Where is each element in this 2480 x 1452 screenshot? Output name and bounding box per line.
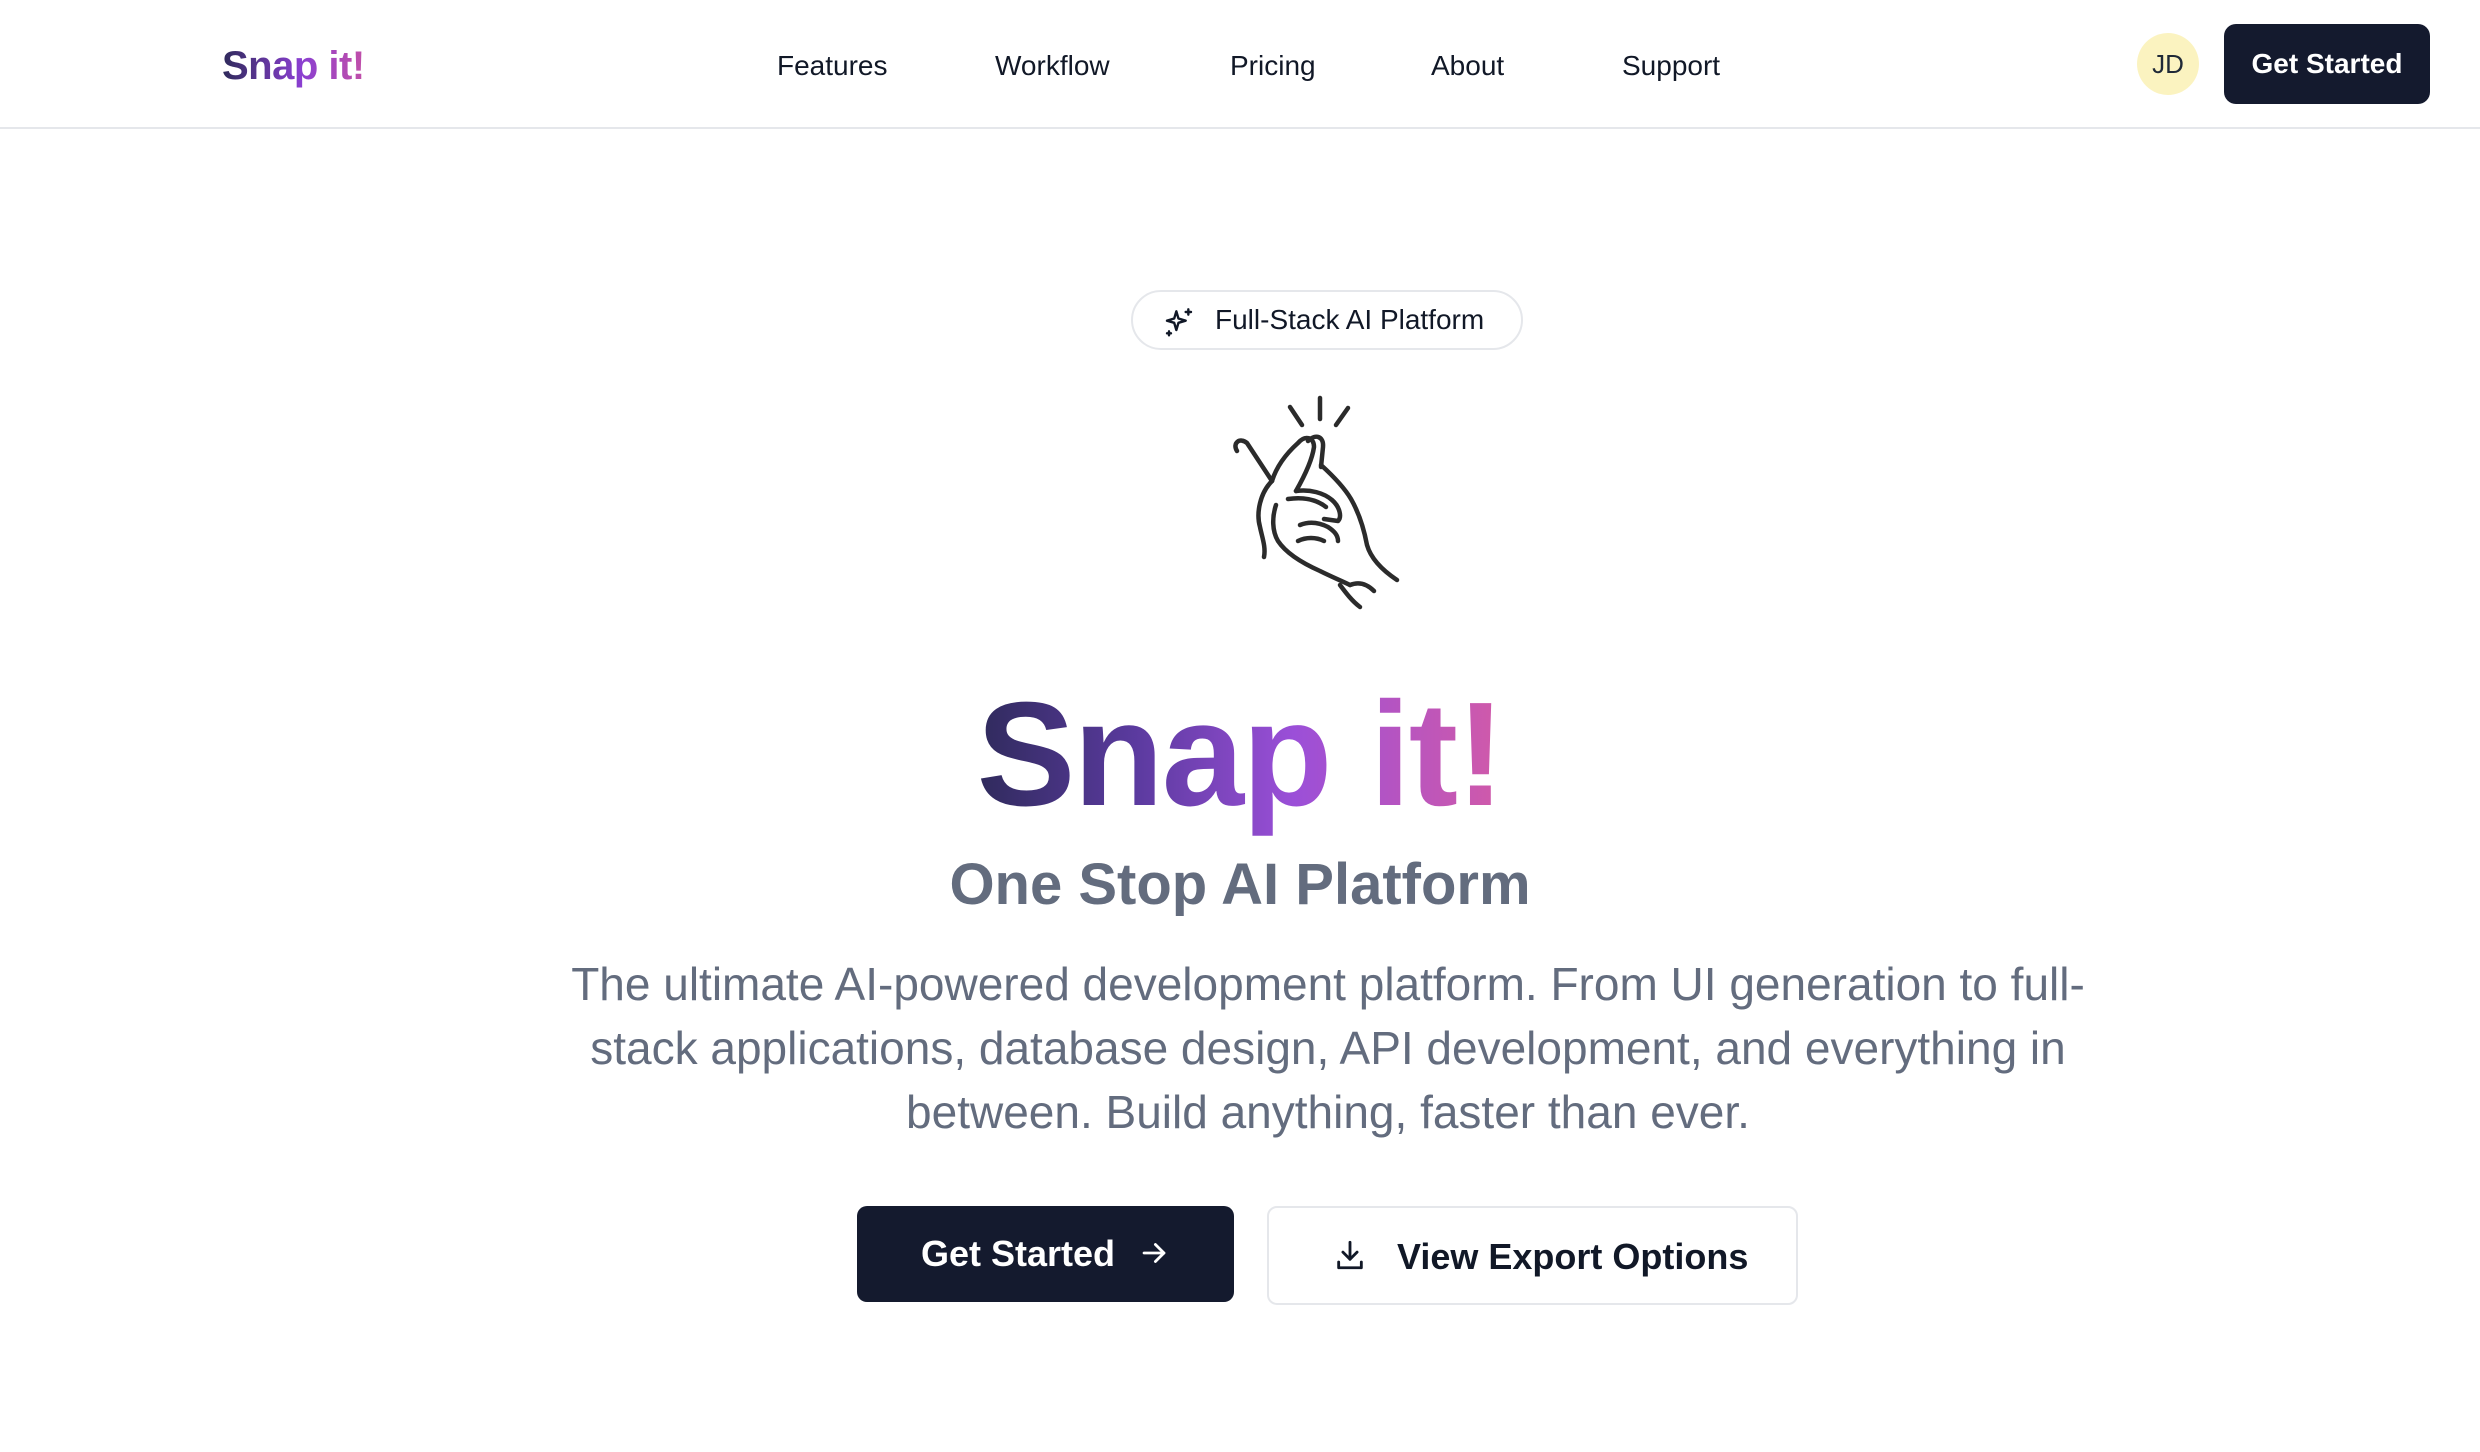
nav-item-about[interactable]: About	[1431, 40, 1504, 92]
platform-badge: Full-Stack AI Platform	[1131, 290, 1523, 350]
top-navbar: Snap it! Features Workflow Pricing About…	[0, 0, 2480, 129]
nav-item-support[interactable]: Support	[1622, 40, 1720, 92]
view-export-options-label: View Export Options	[1397, 1236, 1749, 1277]
download-icon	[1337, 1240, 1363, 1270]
landing-page: Snap it! Features Workflow Pricing About…	[0, 0, 2480, 1452]
nav-item-workflow[interactable]: Workflow	[995, 40, 1110, 92]
user-avatar[interactable]: JD	[2137, 33, 2199, 95]
get-started-label: Get Started	[921, 1233, 1116, 1274]
badge-label: Full-Stack AI Platform	[1215, 304, 1485, 335]
hero-title: Snap it!	[0, 670, 2480, 840]
view-export-options-button[interactable]: View Export Options	[1267, 1206, 1798, 1305]
nav-item-features[interactable]: Features	[777, 40, 888, 92]
hero-subtitle: One Stop AI Platform	[949, 852, 1531, 917]
hero-description: The ultimate AI-powered development plat…	[571, 958, 2085, 1138]
sparkles-icon	[1165, 308, 1193, 337]
nav-item-pricing[interactable]: Pricing	[1230, 40, 1316, 92]
arrow-right-icon	[1142, 1243, 1166, 1263]
main-nav: Features Workflow Pricing About Support	[0, 40, 2480, 92]
get-started-button[interactable]: Get Started	[857, 1206, 1234, 1302]
finger-snap-icon	[1233, 395, 1400, 610]
header-get-started-button[interactable]: Get Started	[2224, 24, 2430, 104]
